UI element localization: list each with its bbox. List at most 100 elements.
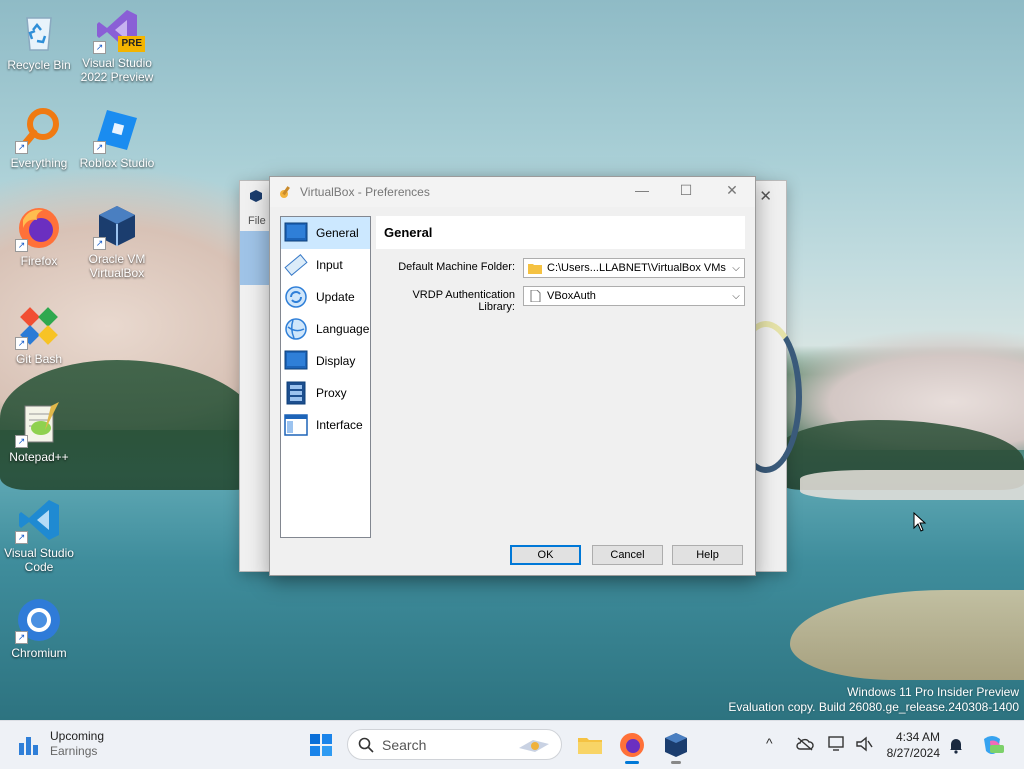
manager-menu-file[interactable]: File — [248, 215, 266, 227]
close-button[interactable]: ✕ — [721, 182, 743, 200]
shortcut-arrow-icon: ↗ — [93, 41, 106, 54]
vscode-icon: ↗ — [15, 496, 63, 544]
taskbar: Upcoming Earnings Search ^ 4:34 AM 8/27/… — [0, 720, 1024, 769]
desktop-icon-label: Notepad++ — [9, 450, 69, 464]
manager-close-button[interactable]: ✕ — [759, 187, 772, 205]
shortcut-arrow-icon: ↗ — [93, 141, 106, 154]
desktop-icon-git-bash[interactable]: ↗ Git Bash — [1, 302, 77, 366]
nav-item-general[interactable]: General — [281, 217, 370, 249]
desktop-icon-label: Roblox Studio — [79, 156, 155, 170]
desktop-icon-chromium[interactable]: ↗ Chromium — [1, 596, 77, 660]
cancel-button[interactable]: Cancel — [592, 545, 663, 565]
folder-icon — [528, 262, 542, 274]
machine-folder-value: C:\Users...LLABNET\VirtualBox VMs — [547, 262, 726, 274]
chevron-down-icon[interactable]: ⌵ — [728, 263, 744, 274]
desktop-icon-label: Visual Studio 2022 Preview — [80, 56, 154, 84]
dialog-title: VirtualBox - Preferences — [300, 185, 430, 199]
start-button[interactable] — [306, 730, 336, 760]
nav-item-language[interactable]: Language — [281, 313, 370, 345]
desktop-icon-label: Git Bash — [15, 352, 63, 366]
virtualbox-icon: ↗ — [93, 202, 141, 250]
nav-item-label: Language — [316, 322, 370, 336]
clock-time: 4:34 AM — [895, 730, 940, 744]
section-title: General — [376, 216, 745, 249]
onedrive-icon[interactable] — [796, 737, 814, 754]
proxy-icon — [284, 381, 308, 405]
taskbar-virtualbox[interactable] — [661, 730, 691, 764]
desktop-icon-everything[interactable]: ↗ Everything — [1, 106, 77, 170]
shortcut-arrow-icon: ↗ — [15, 141, 28, 154]
taskbar-file-explorer[interactable] — [575, 730, 605, 760]
copilot-icon[interactable] — [980, 733, 1004, 760]
desktop-icon-visual-studio-2022[interactable]: PRE ↗ Visual Studio 2022 Preview — [79, 6, 155, 84]
desktop-icon-label: Visual Studio Code — [4, 546, 74, 574]
nav-item-display[interactable]: Display — [281, 345, 370, 377]
preferences-nav: General Input Update Language Display Pr… — [280, 216, 371, 538]
nav-item-label: Interface — [316, 418, 363, 432]
desktop-icon-recycle-bin[interactable]: Recycle Bin — [1, 8, 77, 72]
desktop-icon-oracle-vm-virtualbox[interactable]: ↗ Oracle VM VirtualBox — [79, 202, 155, 280]
notification-bell-icon[interactable] — [948, 736, 964, 757]
windows-evaluation-watermark: Windows 11 Pro Insider Preview Evaluatio… — [728, 685, 1019, 715]
show-hidden-icons-chevron[interactable]: ^ — [766, 735, 773, 751]
firefox-icon: ↗ — [15, 204, 63, 252]
taskbar-clock[interactable]: 4:34 AM 8/27/2024 — [880, 729, 940, 761]
desktop-icon-label: Firefox — [20, 254, 58, 268]
search-highlight-icon — [515, 734, 553, 756]
machine-folder-combo[interactable]: C:\Users...LLABNET\VirtualBox VMs ⌵ — [523, 258, 745, 278]
shortcut-arrow-icon: ↗ — [15, 337, 28, 350]
language-icon — [284, 317, 308, 341]
desktop-icon-firefox[interactable]: ↗ Firefox — [1, 204, 77, 268]
vrdp-library-combo[interactable]: VBoxAuth ⌵ — [523, 286, 745, 306]
nav-item-label: Input — [316, 258, 343, 272]
help-button[interactable]: Help — [672, 545, 743, 565]
shortcut-arrow-icon: ↗ — [15, 239, 28, 252]
widgets-subtitle: Earnings — [50, 744, 98, 758]
clock-date: 8/27/2024 — [886, 746, 940, 760]
chevron-down-icon[interactable]: ⌵ — [728, 291, 744, 302]
volume-icon[interactable] — [855, 736, 873, 755]
folder-icon — [578, 738, 602, 754]
notepadpp-icon: ↗ — [15, 400, 63, 448]
update-icon — [284, 285, 308, 309]
visual-studio-icon: PRE ↗ — [93, 6, 145, 54]
shortcut-arrow-icon: ↗ — [15, 631, 28, 644]
manager-selected-vm[interactable] — [240, 231, 270, 285]
nav-item-label: Update — [316, 290, 355, 304]
taskbar-search[interactable]: Search — [347, 729, 562, 760]
desktop-wallpaper-grass — [790, 590, 1024, 680]
desktop-icon-notepadpp[interactable]: ↗ Notepad++ — [1, 400, 77, 464]
nav-item-label: General — [316, 226, 359, 240]
widgets-button[interactable]: Upcoming Earnings — [16, 729, 104, 759]
desktop-icon-label: Chromium — [11, 646, 67, 660]
running-indicator — [625, 761, 639, 764]
input-icon — [284, 253, 308, 277]
general-icon — [284, 221, 308, 245]
watermark-line-2: Evaluation copy. Build 26080.ge_release.… — [728, 700, 1019, 714]
preferences-dialog[interactable]: VirtualBox - Preferences — ☐ ✕ General I… — [269, 176, 756, 576]
maximize-button[interactable]: ☐ — [675, 182, 697, 200]
nav-item-update[interactable]: Update — [281, 281, 370, 313]
shortcut-arrow-icon: ↗ — [15, 531, 28, 544]
interface-icon — [284, 413, 308, 437]
file-icon — [528, 289, 542, 303]
taskbar-firefox[interactable] — [617, 730, 647, 764]
nav-item-proxy[interactable]: Proxy — [281, 377, 370, 409]
desktop-icon-visual-studio-code[interactable]: ↗ Visual Studio Code — [1, 496, 77, 574]
vrdp-library-value: VBoxAuth — [547, 290, 596, 302]
shortcut-arrow-icon: ↗ — [93, 237, 106, 250]
desktop-icon-roblox-studio[interactable]: ↗ Roblox Studio — [79, 106, 155, 170]
nav-item-input[interactable]: Input — [281, 249, 370, 281]
widgets-title: Upcoming — [50, 729, 105, 743]
shortcut-arrow-icon: ↗ — [15, 435, 28, 448]
ok-button[interactable]: OK — [510, 545, 581, 565]
network-icon[interactable] — [828, 736, 846, 755]
virtualbox-icon — [249, 189, 263, 203]
chromium-icon: ↗ — [15, 596, 63, 644]
chart-icon — [16, 731, 42, 757]
nav-item-interface[interactable]: Interface — [281, 409, 370, 441]
nav-item-label: Proxy — [316, 386, 347, 400]
minimize-button[interactable]: — — [631, 182, 653, 200]
virtualbox-icon — [665, 733, 687, 757]
machine-folder-label: Default Machine Folder: — [398, 261, 515, 273]
